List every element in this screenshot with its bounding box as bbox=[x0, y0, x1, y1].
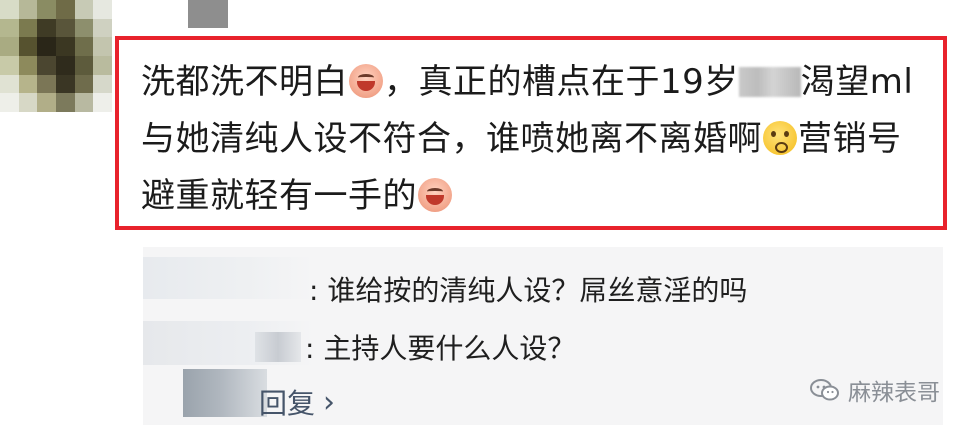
comment-body: 洗都洗不明白 ，真正的槽点在于19岁 渴望ml与她清纯人设不符合，谁喷她离不离婚啊营… bbox=[141, 54, 931, 225]
comment-segment-1: 洗都洗不明白 bbox=[141, 62, 348, 102]
laughing-face-emoji-icon bbox=[349, 64, 383, 98]
reply-author-separator: : bbox=[305, 332, 315, 365]
redaction-mosaic bbox=[738, 67, 801, 97]
view-replies-button[interactable]: 回复 › bbox=[259, 384, 336, 421]
reply-author-redaction bbox=[143, 257, 313, 299]
laughing-face-emoji-icon bbox=[418, 178, 452, 212]
reply-text: 谁给按的清纯人设？屌丝意淫的吗 bbox=[327, 274, 748, 307]
view-replies-label: 回复 bbox=[259, 387, 316, 420]
reply-text: 主持人要什么人设？ bbox=[323, 332, 576, 365]
username-redaction bbox=[188, 0, 228, 28]
reply-author-redaction bbox=[255, 332, 301, 362]
account-watermark: 麻辣表哥 bbox=[810, 373, 940, 407]
reply-avatar-redaction bbox=[183, 369, 267, 417]
reply-item[interactable]: : 谁给按的清纯人设？屌丝意淫的吗 bbox=[309, 269, 747, 309]
commenter-avatar[interactable] bbox=[0, 0, 112, 112]
thinking-face-emoji-icon bbox=[763, 121, 797, 155]
wechat-icon bbox=[810, 379, 839, 401]
watermark-text: 麻辣表哥 bbox=[848, 380, 940, 406]
highlighted-comment: 洗都洗不明白 ，真正的槽点在于19岁 渴望ml与她清纯人设不符合，谁喷她离不离婚啊营… bbox=[115, 36, 947, 230]
chevron-right-icon: › bbox=[323, 384, 336, 420]
reply-author-separator: : bbox=[309, 274, 319, 307]
comment-segment-2: ，真正的槽点在于19岁 bbox=[384, 62, 739, 102]
reply-item[interactable]: : 主持人要什么人设？ bbox=[255, 327, 575, 367]
